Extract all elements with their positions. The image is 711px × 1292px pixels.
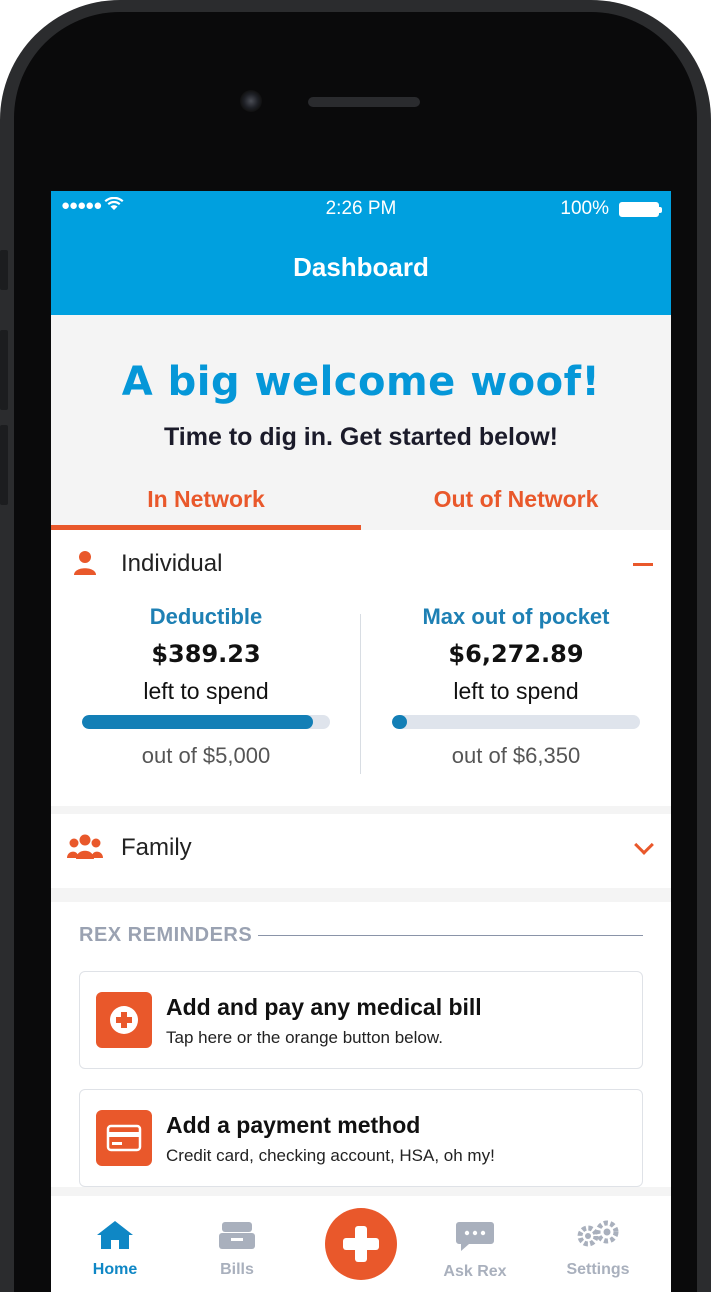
reminder-subtitle: Tap here or the orange button below. [166, 1028, 443, 1047]
app-screen: ●●●●● 2:26 PM 100% Dashboard A big welco… [51, 191, 671, 1292]
home-icon [97, 1221, 133, 1249]
max-oop-stat: Max out of pocket $6,272.89 left to spen… [361, 596, 671, 806]
welcome-title: A big welcome woof! [121, 359, 601, 405]
gear-icon [577, 1220, 619, 1247]
reminders-section: REX REMINDERS Add and pay any medical bi… [51, 902, 671, 1187]
reminder-subtitle: Credit card, checking account, HSA, oh m… [166, 1146, 495, 1165]
front-camera [240, 90, 262, 112]
tab-ask-rex-label: Ask Rex [443, 1263, 507, 1280]
status-bar: ●●●●● 2:26 PM 100% [51, 191, 671, 227]
battery-percent: 100% [560, 198, 609, 219]
deductible-progress [82, 715, 330, 729]
family-label: Family [121, 834, 192, 861]
network-tabs: In Network Out of Network [51, 486, 671, 530]
deductible-note: left to spend [143, 678, 269, 704]
max-oop-total: out of $6,350 [451, 743, 581, 768]
tab-settings-label: Settings [566, 1261, 630, 1278]
volume-up-button [0, 330, 8, 410]
family-panel[interactable]: Family [51, 814, 671, 888]
bottom-tab-bar: Home Bills Ask Rex Settings [51, 1196, 671, 1292]
page-title: Dashboard [293, 252, 429, 282]
max-oop-progress-fill [392, 715, 407, 729]
plus-icon [343, 1226, 379, 1262]
battery-icon [619, 202, 662, 217]
phone-frame: ●●●●● 2:26 PM 100% Dashboard A big welco… [0, 0, 711, 1292]
deductible-value: $389.23 [151, 640, 261, 668]
reminder-card-payment-method[interactable]: Add a payment method Credit card, checki… [79, 1089, 643, 1187]
mute-switch [0, 250, 8, 290]
person-icon [74, 551, 96, 575]
deductible-progress-fill [82, 715, 313, 729]
volume-down-button [0, 425, 8, 505]
max-oop-value: $6,272.89 [448, 640, 584, 668]
chat-icon [456, 1222, 494, 1251]
deductible-stat: Deductible $389.23 left to spend out of … [51, 596, 361, 806]
deductible-title: Deductible [149, 604, 263, 629]
individual-panel: Individual Deductible $389.23 left to sp… [51, 530, 671, 806]
reminder-title: Add a payment method [166, 1112, 421, 1138]
tab-in-network[interactable]: In Network [51, 486, 361, 530]
tab-bills-label: Bills [220, 1261, 254, 1278]
max-oop-progress [392, 715, 640, 729]
tab-out-of-network[interactable]: Out of Network [361, 486, 671, 528]
collapse-icon[interactable] [633, 563, 653, 566]
individual-label: Individual [121, 550, 223, 577]
welcome-subtitle: Time to dig in. Get started below! [163, 423, 559, 451]
tab-home[interactable]: Home [70, 1220, 160, 1279]
max-oop-note: left to spend [453, 678, 579, 704]
tab-settings[interactable]: Settings [553, 1220, 643, 1279]
reminder-card-medical-bill[interactable]: Add and pay any medical bill Tap here or… [79, 971, 643, 1069]
tab-home-label: Home [92, 1261, 138, 1278]
tab-bills[interactable]: Bills [192, 1220, 282, 1279]
chevron-down-icon[interactable] [634, 835, 654, 855]
max-oop-title: Max out of pocket [422, 604, 610, 629]
welcome-section: A big welcome woof! Time to dig in. Get … [51, 315, 671, 452]
bills-icon [219, 1222, 255, 1249]
earpiece-speaker [308, 97, 420, 107]
deductible-total: out of $5,000 [141, 743, 271, 768]
individual-stats: Deductible $389.23 left to spend out of … [51, 596, 671, 806]
family-header[interactable]: Family [51, 814, 671, 880]
reminder-title: Add and pay any medical bill [166, 994, 482, 1020]
reminders-title: REX REMINDERS [79, 924, 643, 947]
plus-circle-icon [96, 992, 152, 1048]
nav-bar: Dashboard [51, 227, 671, 315]
credit-card-icon [96, 1110, 152, 1166]
group-icon [67, 834, 103, 859]
add-bill-button[interactable] [325, 1208, 397, 1280]
tab-ask-rex[interactable]: Ask Rex [430, 1220, 520, 1281]
individual-header[interactable]: Individual [51, 530, 671, 596]
